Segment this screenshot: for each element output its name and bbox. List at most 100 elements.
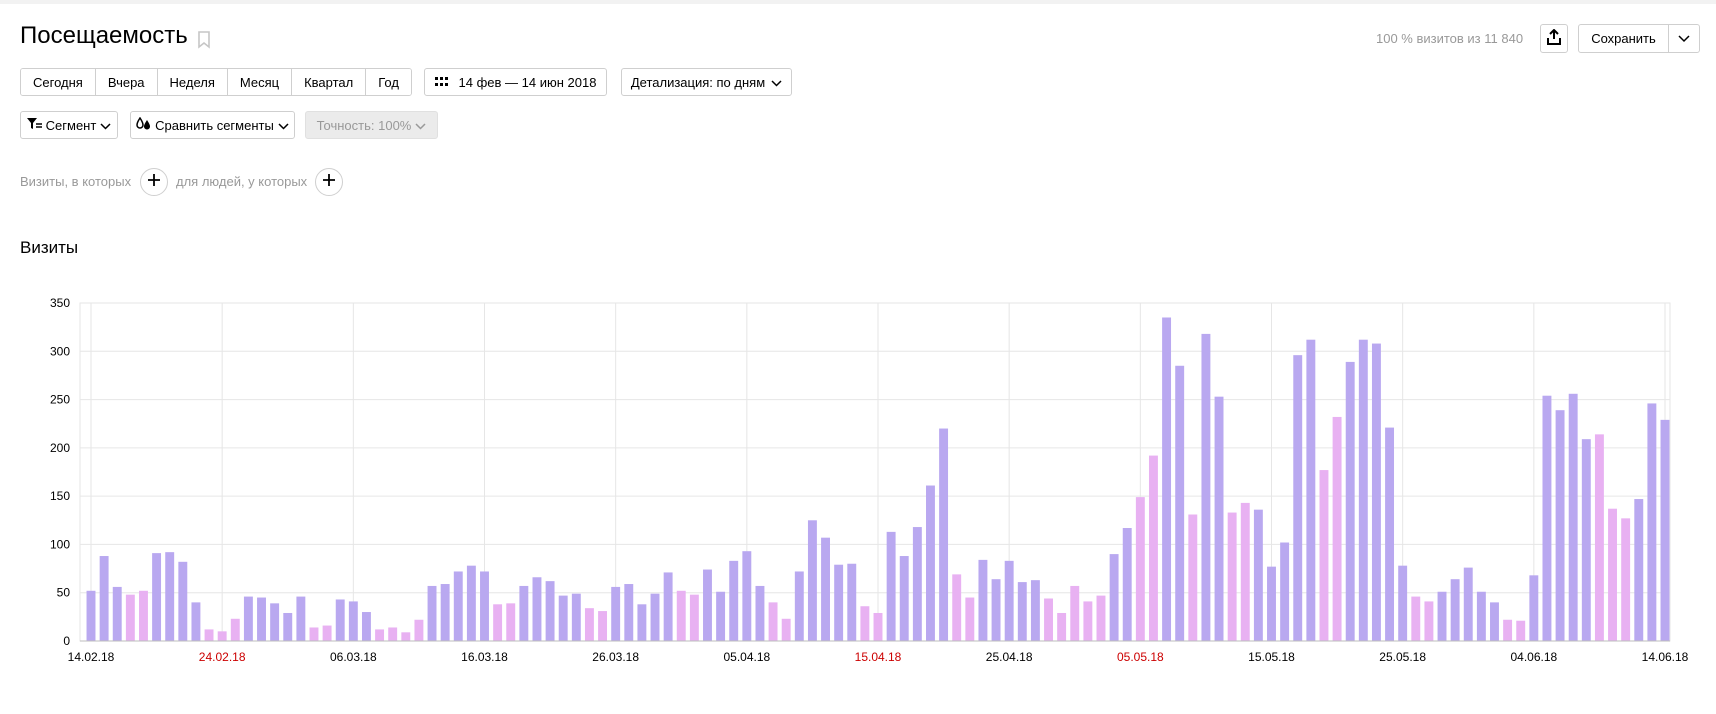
bar	[650, 593, 660, 641]
visits-share-note: 100 % визитов из 11 840	[1376, 31, 1524, 46]
bar	[755, 585, 765, 641]
bar	[1358, 339, 1368, 641]
period-week[interactable]: Неделя	[156, 69, 227, 95]
x-tick-label: 06.03.18	[330, 650, 377, 664]
detail-dropdown[interactable]: Детализация: по дням	[621, 68, 792, 96]
bar	[1463, 567, 1473, 641]
bar	[663, 572, 673, 641]
bar	[1332, 416, 1342, 641]
y-tick-label: 150	[50, 489, 70, 503]
bar	[414, 619, 424, 641]
plot-frame	[79, 302, 1671, 642]
segment-dropdown[interactable]: Сегмент	[20, 111, 118, 139]
bar	[1345, 361, 1355, 641]
bar	[257, 597, 266, 641]
bar	[480, 571, 489, 641]
bar	[1044, 598, 1053, 641]
detail-label: Детализация: по дням	[630, 74, 766, 90]
bar	[1004, 560, 1014, 641]
bar	[217, 631, 227, 641]
bar	[519, 585, 529, 641]
chevron-down-icon	[278, 118, 289, 133]
bar	[716, 591, 726, 641]
export-button[interactable]	[1540, 24, 1568, 53]
segment-filter-icon	[26, 117, 42, 133]
accuracy-label: Точность: 100%	[316, 117, 412, 133]
bar	[1398, 565, 1408, 641]
bar	[165, 552, 175, 641]
bar	[1083, 601, 1093, 641]
bar	[1385, 427, 1395, 641]
bar	[1319, 470, 1329, 641]
compare-segments-dropdown[interactable]: Сравнить сегменты	[130, 111, 295, 139]
bar	[1450, 579, 1460, 641]
bar	[1594, 434, 1604, 641]
y-tick-label: 350	[50, 296, 70, 310]
bar	[781, 618, 791, 641]
bar	[703, 569, 712, 641]
period-month[interactable]: Месяц	[226, 69, 292, 95]
chevron-down-icon	[1678, 30, 1690, 48]
plus-icon	[323, 173, 335, 191]
save-button[interactable]: Сохранить	[1579, 25, 1669, 52]
save-options-button[interactable]	[1669, 25, 1699, 52]
y-tick-label: 0	[63, 634, 70, 648]
bar	[1476, 591, 1486, 641]
bar	[1148, 455, 1158, 641]
date-range-button[interactable]: 14 фев — 14 июн 2018	[424, 68, 607, 96]
bar	[1424, 601, 1434, 641]
bar	[1175, 365, 1185, 641]
bar	[243, 596, 253, 641]
bookmark-icon[interactable]	[197, 31, 211, 54]
period-today[interactable]: Сегодня	[21, 69, 95, 95]
period-quarter[interactable]: Квартал	[291, 69, 366, 95]
bar	[1227, 512, 1237, 641]
bar	[322, 625, 332, 641]
bar	[1634, 499, 1644, 641]
bar	[1660, 419, 1670, 641]
bar	[361, 612, 371, 641]
x-tick-label: 14.02.18	[68, 650, 115, 664]
bar	[1568, 393, 1578, 641]
bar	[1555, 410, 1565, 641]
x-tick-label: 04.06.18	[1510, 650, 1557, 664]
date-range-label: 14 фев — 14 июн 2018	[458, 74, 597, 90]
plus-icon	[148, 173, 160, 191]
bar	[939, 428, 949, 641]
chevron-down-icon	[415, 118, 426, 133]
bar	[742, 551, 752, 641]
bar	[99, 556, 109, 641]
period-year[interactable]: Год	[365, 69, 411, 95]
bar	[1411, 596, 1421, 641]
add-visit-condition-button[interactable]	[140, 168, 168, 196]
bar	[506, 603, 516, 641]
bar	[991, 579, 1001, 641]
segment-label: Сегмент	[45, 117, 97, 133]
bar	[624, 584, 634, 641]
bar	[1096, 595, 1106, 641]
bar	[1647, 403, 1657, 641]
period-yesterday[interactable]: Вчера	[94, 69, 157, 95]
visits-condition-label: Визиты, в которых	[20, 174, 132, 189]
bar	[348, 601, 358, 641]
bar	[1293, 355, 1303, 641]
bar	[388, 627, 398, 641]
bar	[1542, 395, 1552, 641]
bar	[1280, 542, 1290, 641]
bar	[637, 604, 647, 641]
bar	[1017, 582, 1027, 641]
chart-title: Визиты	[20, 238, 79, 257]
bar	[807, 520, 817, 641]
bar	[926, 485, 935, 641]
bar	[1188, 514, 1198, 641]
accuracy-dropdown[interactable]: Точность: 100%	[305, 111, 438, 139]
save-button-group: Сохранить	[1578, 24, 1700, 53]
bar	[401, 632, 411, 641]
x-tick-label: 25.04.18	[986, 650, 1033, 664]
bar	[152, 553, 162, 641]
bar	[584, 608, 594, 641]
bar	[453, 571, 463, 641]
add-people-condition-button[interactable]	[315, 168, 343, 196]
bar	[1070, 585, 1080, 641]
bar	[1516, 620, 1526, 641]
